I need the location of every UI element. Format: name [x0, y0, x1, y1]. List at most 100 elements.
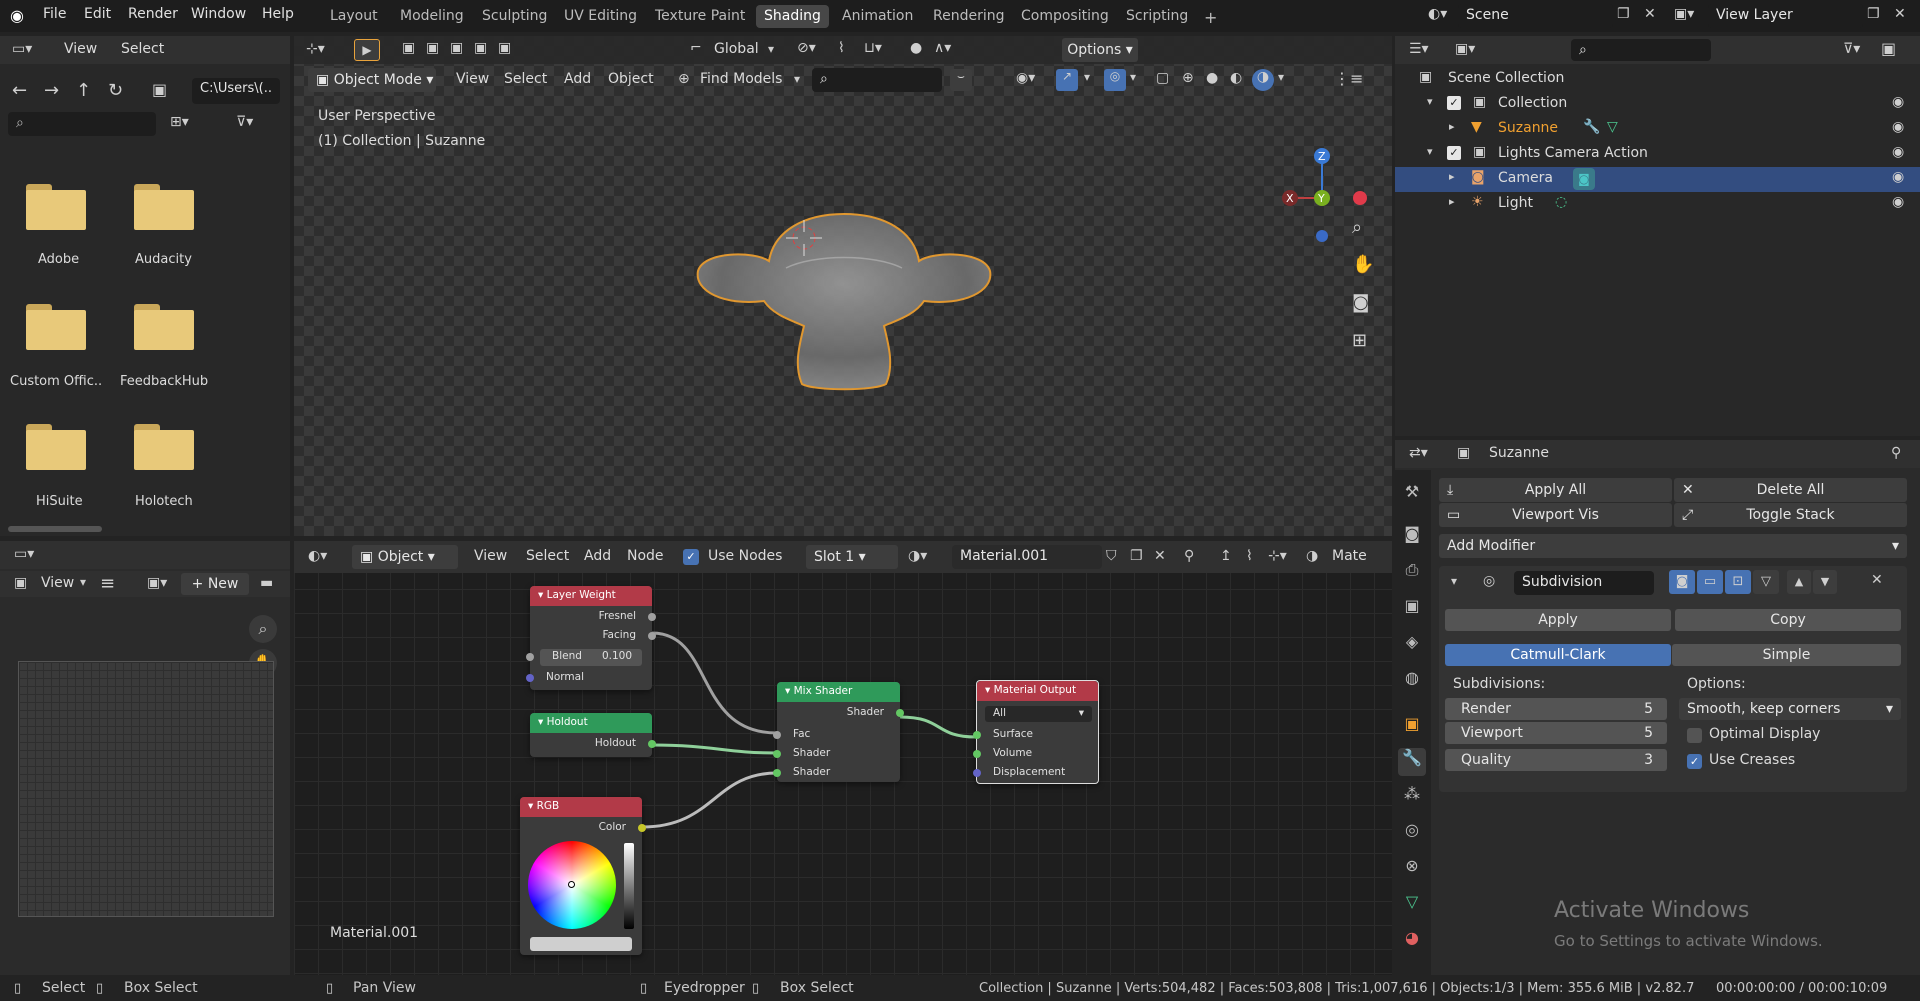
tab-scripting[interactable]: Scripting — [1118, 5, 1196, 28]
fb-menu-view[interactable]: View — [64, 41, 97, 57]
output-tab-icon[interactable]: ⎙ — [1398, 560, 1426, 588]
render-levels-field[interactable]: Render 5 — [1445, 698, 1667, 720]
new-collection-icon[interactable]: ▣ — [1881, 39, 1896, 58]
menu-window[interactable]: Window — [191, 6, 246, 22]
visibility-icon[interactable]: ◉▾ — [1016, 70, 1035, 86]
add-modifier-dropdown[interactable]: Add Modifier ▾ — [1439, 534, 1907, 558]
editor-type-icon[interactable]: ⇄▾ — [1409, 445, 1428, 461]
find-models-dropdown[interactable]: Find Models — [700, 71, 782, 87]
view-layer-tab-icon[interactable]: ▣ — [1398, 596, 1426, 624]
vp-menu-view[interactable]: View — [456, 71, 489, 87]
folder-icon[interactable] — [26, 304, 86, 350]
folder-icon[interactable] — [134, 184, 194, 230]
select-mode-intersect-icon[interactable]: ▣ — [498, 40, 511, 56]
select-tool-icon[interactable]: ▶ — [354, 39, 380, 61]
menu-edit[interactable]: Edit — [84, 6, 111, 22]
find-models-search[interactable]: ⌕ — [812, 68, 942, 92]
shader-output-socket[interactable] — [896, 709, 904, 717]
volume-socket[interactable] — [973, 750, 981, 758]
scene-icon[interactable]: ◐▾ — [1428, 6, 1447, 22]
ortho-toggle-icon[interactable]: ⊞ — [1352, 330, 1367, 351]
wireframe-shading-icon[interactable]: ⊕ — [1182, 70, 1194, 86]
view-layer-field[interactable]: View Layer — [1708, 4, 1863, 28]
folder-label-hisuite[interactable]: HiSuite — [36, 494, 83, 509]
wrench-modifier-icon[interactable]: 🔧 — [1583, 119, 1600, 135]
object-tab-icon[interactable]: ▣ — [1398, 714, 1426, 742]
fb-search-input[interactable]: ⌕ — [8, 112, 156, 136]
uv-grid[interactable] — [18, 661, 274, 917]
remove-modifier-icon[interactable]: ✕ — [1871, 572, 1883, 588]
delete-view-layer-icon[interactable]: ✕ — [1894, 6, 1906, 22]
eye-icon[interactable]: ◉ — [1892, 169, 1904, 185]
boundary-smooth-dropdown[interactable]: Smooth, keep corners ▾ — [1679, 698, 1901, 720]
select-mode-subtract-icon[interactable]: ▣ — [450, 40, 463, 56]
mesh-data-icon[interactable]: ▽ — [1607, 119, 1618, 135]
blend-input-socket[interactable] — [526, 653, 534, 661]
viewport-levels-field[interactable]: Viewport 5 — [1445, 722, 1667, 744]
select-mode-new-icon[interactable]: ▣ — [402, 40, 415, 56]
viewport-display-toggle-icon[interactable]: ▭ — [1697, 570, 1723, 594]
folder-label-adobe[interactable]: Adobe — [38, 252, 79, 267]
world-tab-icon[interactable]: ◍ — [1398, 668, 1426, 696]
menu-file[interactable]: File — [43, 6, 66, 22]
modifier-name-field[interactable]: Subdivision — [1514, 571, 1654, 595]
fb-menu-select[interactable]: Select — [121, 41, 164, 57]
outliner-row-scene-collection[interactable]: ▣ Scene Collection — [1395, 67, 1920, 92]
displacement-socket[interactable] — [973, 769, 981, 777]
editor-menu-icon[interactable]: ⋮≡ — [1334, 69, 1363, 88]
falloff-icon[interactable]: ∧▾ — [934, 40, 951, 56]
output-target-dropdown[interactable]: All ▾ — [985, 706, 1092, 722]
new-image-button[interactable]: + New — [181, 573, 249, 595]
physics-tab-icon[interactable]: ◎ — [1398, 820, 1426, 848]
editor-type-icon[interactable]: ☰▾ — [1409, 41, 1429, 57]
proportional-edit-icon[interactable]: ● — [910, 40, 922, 56]
material-tab-icon[interactable]: ◕ — [1398, 928, 1426, 956]
pin-icon[interactable]: ⚲ — [1891, 445, 1901, 461]
hamburger-menu-icon[interactable]: ≡ — [100, 573, 115, 594]
object-mode-dropdown[interactable]: ▣ Object Mode ▾ — [308, 68, 436, 92]
tab-shading[interactable]: Shading — [756, 5, 829, 28]
folder-label-holotech[interactable]: Holotech — [135, 494, 193, 509]
optimal-display-checkbox[interactable] — [1687, 728, 1702, 743]
editmode-toggle-icon[interactable]: ◙ — [1669, 570, 1695, 594]
open-image-icon[interactable]: ▬ — [260, 575, 273, 591]
pivot-icon[interactable]: ⊘▾ — [797, 40, 816, 56]
blender-logo-icon[interactable]: ◉ — [10, 6, 24, 25]
eye-icon[interactable]: ◉ — [1892, 194, 1904, 210]
color-wheel[interactable] — [528, 841, 616, 929]
shader-input-1-socket[interactable] — [773, 750, 781, 758]
move-down-icon[interactable]: ▼ — [1813, 570, 1837, 594]
refresh-icon[interactable]: ↻ — [108, 80, 123, 101]
chevron-down-icon[interactable]: ▾ — [1278, 70, 1284, 84]
expand-arrow-icon[interactable]: ▸ — [1449, 120, 1455, 133]
checkbox-icon[interactable]: ✓ — [1447, 96, 1461, 110]
quality-field[interactable]: Quality 3 — [1445, 749, 1667, 771]
display-mode-icon[interactable]: ▣▾ — [1455, 41, 1475, 57]
outliner-row-lights-camera-action[interactable]: ▾ ✓ ▣ Lights Camera Action ◉ — [1395, 142, 1920, 167]
simple-button[interactable]: Simple — [1672, 644, 1901, 666]
expand-arrow-icon[interactable]: ▾ — [1427, 145, 1433, 158]
facing-socket[interactable] — [648, 632, 656, 640]
cage-toggle-icon[interactable]: ⊡ — [1725, 570, 1751, 594]
tab-compositing[interactable]: Compositing — [1013, 5, 1117, 28]
fb-scrollbar[interactable] — [8, 526, 102, 532]
vp-menu-add[interactable]: Add — [564, 71, 591, 87]
select-mode-extend-icon[interactable]: ▣ — [426, 40, 439, 56]
folder-label-feedbackhub[interactable]: FeedbackHub — [120, 374, 208, 389]
ie-menu-view[interactable]: View — [41, 575, 74, 591]
folder-icon[interactable] — [134, 424, 194, 470]
camera-data-icon[interactable]: ◙ — [1573, 168, 1595, 190]
chevron-down-icon[interactable]: ▾ — [1130, 70, 1136, 84]
modifier-tab-icon[interactable]: 🔧 — [1398, 748, 1426, 776]
editor-type-icon[interactable]: ▭▾ — [12, 41, 32, 57]
collapse-arrow-icon[interactable]: ▾ — [1451, 574, 1457, 588]
rgb-node[interactable]: ▾ RGB Color — [520, 797, 646, 955]
copy-button[interactable]: Copy — [1675, 609, 1901, 631]
new-folder-icon[interactable]: ▣ — [152, 80, 167, 99]
fac-socket[interactable] — [773, 731, 781, 739]
light-data-icon[interactable]: ◌ — [1555, 194, 1567, 210]
render-tab-icon[interactable]: ◙ — [1398, 524, 1426, 552]
image-browse-icon[interactable]: ▣▾ — [147, 575, 167, 591]
snap-target-icon[interactable]: ⊔▾ — [864, 40, 882, 56]
holdout-node[interactable]: ▾ Holdout Holdout — [530, 713, 656, 757]
